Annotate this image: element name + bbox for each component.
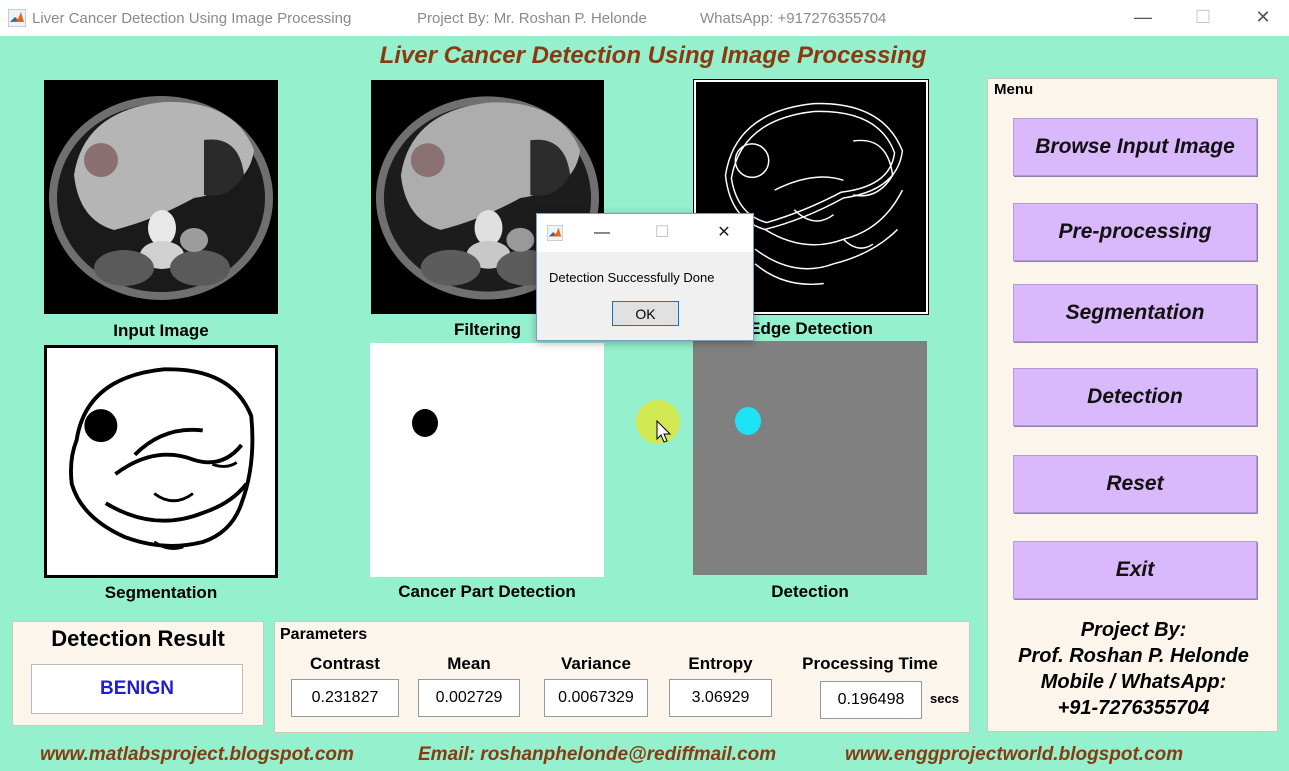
parameters-legend: Parameters [280, 626, 368, 643]
window-project-by: Project By: Mr. Roshan P. Helonde [417, 10, 647, 27]
contrast-field[interactable]: 0.231827 [291, 679, 399, 717]
input-image-label: Input Image [113, 321, 209, 340]
detection-button[interactable]: Detection [1013, 368, 1257, 426]
matlab-logo-icon [8, 9, 26, 27]
detection-overlay [735, 407, 761, 435]
preprocessing-button[interactable]: Pre-processing [1013, 203, 1257, 261]
segmentation-image [44, 345, 278, 578]
dialog-close-button[interactable]: ✕ [709, 220, 739, 246]
contrast-label: Contrast [310, 654, 380, 673]
footer-email: Email: roshanphelonde@rediffmail.com [418, 744, 777, 765]
mean-field[interactable]: 0.002729 [418, 679, 520, 717]
dialog-titlebar: — ☐ ✕ [537, 214, 753, 252]
reset-button[interactable]: Reset [1013, 455, 1257, 513]
cancer-part-mask [412, 409, 438, 437]
processing-time-label: Processing Time [802, 654, 938, 673]
maximize-button[interactable]: ☐ [1180, 0, 1226, 34]
detection-label: Detection [771, 582, 849, 601]
variance-label: Variance [561, 654, 631, 673]
segmentation-map [69, 367, 255, 550]
entropy-field[interactable]: 3.06929 [669, 679, 772, 717]
cancer-part-image [370, 343, 604, 577]
footer-site-link-2: www.enggprojectworld.blogspot.com [845, 744, 1184, 765]
dialog-ok-button[interactable]: OK [612, 301, 679, 326]
parameters-panel: Parameters Contrast 0.231827 Mean 0.0027… [274, 621, 970, 733]
segmentation-label: Segmentation [104, 583, 218, 602]
window-whatsapp: WhatsApp: +917276355704 [700, 10, 887, 27]
minimize-button[interactable]: — [1120, 0, 1166, 34]
entropy-label: Entropy [688, 654, 753, 673]
credit-contact-label: Mobile / WhatsApp: [1040, 671, 1227, 693]
cancer-part-label: Cancer Part Detection [398, 582, 576, 601]
dialog-message: Detection Successfully Done [549, 270, 715, 285]
browse-input-image-button[interactable]: Browse Input Image [1013, 118, 1257, 176]
variance-field[interactable]: 0.0067329 [544, 679, 648, 717]
processing-time-field[interactable]: 0.196498 [820, 681, 922, 719]
detection-result-value: BENIGN [31, 664, 243, 714]
matlab-logo-icon [547, 225, 563, 241]
credit-project-by: Project By: [1080, 619, 1187, 641]
menu-legend: Menu [992, 81, 1036, 98]
processing-time-unit: secs [930, 691, 959, 706]
message-dialog: — ☐ ✕ Detection Successfully Done OK [536, 213, 754, 341]
menu-panel: Menu Browse Input Image Pre-processing S… [987, 78, 1278, 732]
input-image [44, 80, 278, 314]
mean-label: Mean [447, 654, 491, 673]
detection-result-panel: Detection Result BENIGN [12, 621, 264, 726]
footer-site-link-1: www.matlabsproject.blogspot.com [40, 744, 354, 765]
segmentation-button[interactable]: Segmentation [1013, 284, 1257, 342]
close-button[interactable]: ✕ [1240, 0, 1286, 34]
dialog-maximize-button[interactable]: ☐ [647, 220, 677, 246]
dialog-minimize-button[interactable]: — [587, 220, 617, 246]
detection-image [693, 341, 927, 575]
detection-result-title: Detection Result [51, 626, 225, 651]
window-title: Liver Cancer Detection Using Image Proce… [32, 10, 352, 27]
page-title: Liver Cancer Detection Using Image Proce… [379, 42, 927, 69]
window-titlebar: Liver Cancer Detection Using Image Proce… [0, 0, 1289, 36]
exit-button[interactable]: Exit [1013, 541, 1257, 599]
credit-author: Prof. Roshan P. Helonde [1018, 645, 1249, 667]
credit-phone: +91-7276355704 [1057, 697, 1210, 719]
mouse-cursor-icon [656, 420, 672, 443]
ct-scan-input [49, 96, 273, 300]
